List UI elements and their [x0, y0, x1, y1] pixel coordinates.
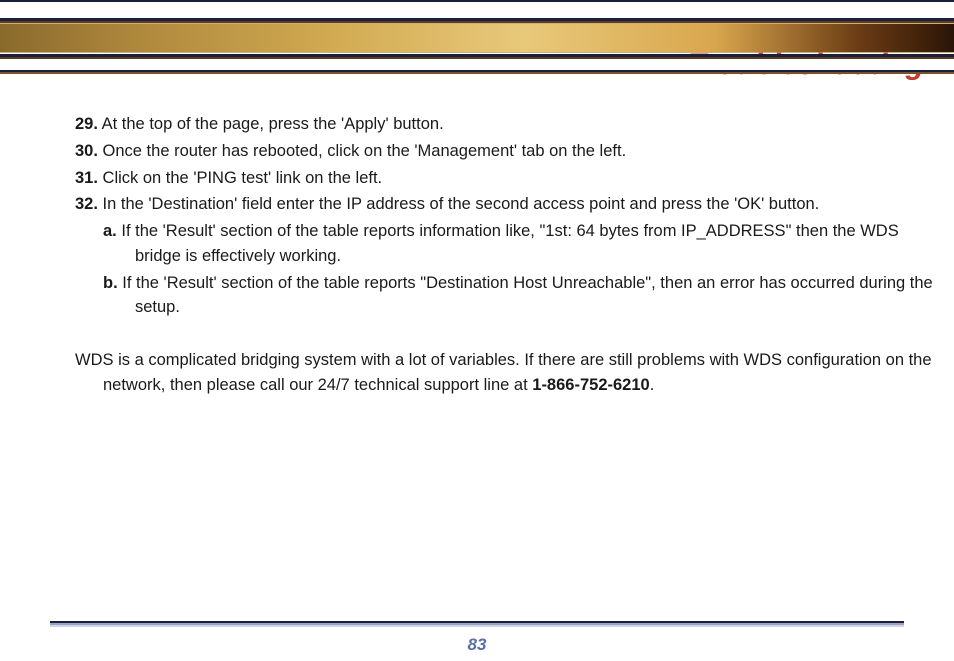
- step-text: At the top of the page, press the 'Apply…: [102, 115, 444, 133]
- band-line: [0, 72, 954, 74]
- footer-band: [50, 621, 904, 627]
- step-item: 30. Once the router has rebooted, click …: [75, 139, 936, 164]
- paragraph: WDS is a complicated bridging system wit…: [75, 348, 936, 398]
- step-text: Once the router has rebooted, click on t…: [103, 142, 627, 160]
- step-item: 31. Click on the 'PING test' link on the…: [75, 166, 936, 191]
- step-number: 31.: [75, 169, 98, 187]
- substep-item: a. If the 'Result' section of the table …: [85, 219, 936, 269]
- paragraph-pre: WDS is a complicated bridging system wit…: [75, 351, 932, 394]
- page-number: 83: [0, 635, 954, 655]
- band-gap: [0, 59, 954, 70]
- step-number: 30.: [75, 142, 98, 160]
- substep-label: b.: [103, 274, 118, 292]
- substep-text: If the 'Result' section of the table rep…: [122, 274, 932, 317]
- step-number: 32.: [75, 195, 98, 213]
- step-item: 32. In the 'Destination' field enter the…: [75, 192, 936, 217]
- substep-text: If the 'Result' section of the table rep…: [121, 222, 898, 265]
- substep-label: a.: [103, 222, 117, 240]
- band-gap: [0, 2, 954, 18]
- paragraph-post: .: [650, 376, 655, 394]
- header-band: Troubleshooting: [0, 0, 954, 74]
- step-item: 29. At the top of the page, press the 'A…: [75, 112, 936, 137]
- band-gradient: Troubleshooting: [0, 23, 954, 53]
- step-text: In the 'Destination' field enter the IP …: [103, 195, 820, 213]
- step-text: Click on the 'PING test' link on the lef…: [103, 169, 383, 187]
- content-area: 29. At the top of the page, press the 'A…: [0, 74, 954, 398]
- footer-line: [50, 625, 904, 627]
- substep-item: b. If the 'Result' section of the table …: [85, 271, 936, 321]
- step-number: 29.: [75, 115, 98, 133]
- support-phone: 1-866-752-6210: [532, 376, 649, 394]
